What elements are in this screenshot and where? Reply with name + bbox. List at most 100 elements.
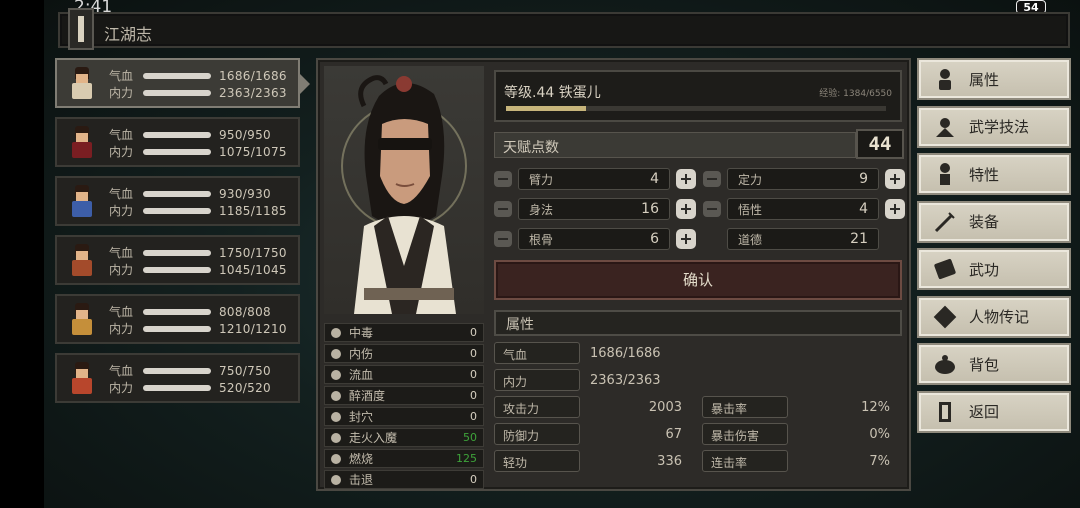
bleed-icon xyxy=(329,369,343,381)
menu-label: 武学技法 xyxy=(969,118,1030,136)
menu-attributes-button[interactable]: 属性 xyxy=(917,58,1071,100)
property-value: 67 xyxy=(665,426,682,442)
status-label: 内伤 xyxy=(349,347,374,361)
attribute-label: 道德 xyxy=(738,232,763,247)
level-panel: 等级.44 铁蛋儿 经验: 1384/6550 xyxy=(494,70,902,122)
exp-text: 经验: 1384/6550 xyxy=(819,89,892,99)
party-member-card[interactable]: 气血 1750/1750 内力 1045/1045 xyxy=(55,235,300,285)
side-menu: 属性 武学技法 特性 装备 武功 人物传记 背包 返回 xyxy=(917,58,1071,438)
status-label: 中毒 xyxy=(349,326,374,340)
hp-value: 808/808 xyxy=(219,304,271,319)
decrease-agility-button[interactable] xyxy=(494,201,512,217)
attribute-agility: 身法 16 xyxy=(518,198,670,220)
increase-constitution-button[interactable] xyxy=(676,229,696,249)
status-value: 0 xyxy=(470,347,477,360)
mp-value: 2363/2363 xyxy=(219,85,287,100)
talent-points-value: 44 xyxy=(856,129,904,159)
sword-icon xyxy=(933,210,957,234)
status-row: 击退 0 xyxy=(324,470,484,489)
menu-kungfu-button[interactable]: 武功 xyxy=(917,248,1071,290)
status-label: 醉酒度 xyxy=(349,389,386,403)
property-label: 暴击率 xyxy=(702,396,788,418)
martial-skill-icon xyxy=(933,115,957,139)
decrease-insight-button[interactable] xyxy=(703,201,721,217)
decrease-constitution-button[interactable] xyxy=(494,231,512,247)
menu-label: 返回 xyxy=(969,403,1000,421)
status-row: 内伤 0 xyxy=(324,344,484,363)
mp-label: 内力 xyxy=(109,322,134,336)
mp-value: 1185/1185 xyxy=(219,203,287,218)
avatar xyxy=(63,241,101,279)
party-member-card[interactable]: 气血 1686/1686 内力 2363/2363 xyxy=(55,58,310,108)
menu-label: 武功 xyxy=(969,260,1000,279)
property-value: 336 xyxy=(657,453,682,469)
menu-equipment-button[interactable]: 装备 xyxy=(917,200,1071,243)
property-label: 暴击伤害 xyxy=(702,423,788,445)
party-member-card[interactable]: 气血 930/930 内力 1185/1185 xyxy=(55,176,300,226)
menu-label: 人物传记 xyxy=(969,308,1030,326)
property-value: 2003 xyxy=(648,399,682,415)
status-row: 流血 0 xyxy=(324,365,484,384)
status-label: 燃烧 xyxy=(349,452,374,466)
attribute-label: 根骨 xyxy=(529,232,554,247)
menu-biography-button[interactable]: 人物传记 xyxy=(917,295,1071,338)
attribute-morality: 道德 21 xyxy=(727,228,879,250)
hp-value: 1750/1750 xyxy=(219,245,287,260)
attribute-value: 21 xyxy=(850,231,868,247)
avatar xyxy=(63,182,101,220)
menu-martial-skills-button[interactable]: 武学技法 xyxy=(917,105,1071,148)
book-icon xyxy=(68,8,94,50)
mp-bar xyxy=(143,384,211,391)
decrease-focus-button[interactable] xyxy=(703,171,721,187)
attribute-label: 身法 xyxy=(529,202,554,217)
menu-label: 属性 xyxy=(969,70,1000,89)
hp-value: 750/750 xyxy=(219,363,271,378)
hp-bar xyxy=(143,249,211,256)
status-row: 中毒 0 xyxy=(324,323,484,342)
increase-strength-button[interactable] xyxy=(676,169,696,189)
property-value: 1686/1686 xyxy=(590,345,661,361)
confirm-button[interactable]: 确认 xyxy=(494,260,902,300)
menu-bag-button[interactable]: 背包 xyxy=(917,343,1071,385)
property-value: 2363/2363 xyxy=(590,372,661,388)
party-list: 气血 1686/1686 内力 2363/2363 气血 950/950 内力 1075… xyxy=(55,58,310,412)
status-effects-list: 中毒 0 内伤 0 流血 0 醉酒度 0 封穴 0 走火入魔 50 燃烧 125 击退 0 xyxy=(324,323,484,491)
status-value: 0 xyxy=(470,410,477,423)
acupoint-icon xyxy=(329,411,343,423)
mp-value: 1045/1045 xyxy=(219,262,287,277)
status-value: 0 xyxy=(470,473,477,486)
property-label: 攻击力 xyxy=(494,396,580,418)
mp-label: 内力 xyxy=(109,204,134,218)
property-label: 内力 xyxy=(494,369,580,391)
talent-points-label: 天赋点数 xyxy=(494,132,856,158)
status-label: 封穴 xyxy=(349,410,374,424)
menu-traits-button[interactable]: 特性 xyxy=(917,153,1071,195)
hp-value: 950/950 xyxy=(219,127,271,142)
decrease-strength-button[interactable] xyxy=(494,171,512,187)
menu-back-button[interactable]: 返回 xyxy=(917,390,1071,433)
increase-focus-button[interactable] xyxy=(885,169,905,189)
hp-label: 气血 xyxy=(109,69,134,83)
title-bar: 江湖志 xyxy=(58,8,1070,50)
status-value: 50 xyxy=(463,431,477,444)
increase-insight-button[interactable] xyxy=(885,199,905,219)
status-value: 0 xyxy=(470,389,477,402)
attribute-strength: 臂力 4 xyxy=(518,168,670,190)
party-member-card[interactable]: 气血 808/808 内力 1210/1210 xyxy=(55,294,300,344)
status-row: 醉酒度 0 xyxy=(324,386,484,405)
hp-value: 1686/1686 xyxy=(219,68,287,83)
party-member-card[interactable]: 气血 950/950 内力 1075/1075 xyxy=(55,117,300,167)
party-member-card[interactable]: 气血 750/750 内力 520/520 xyxy=(55,353,300,403)
door-icon xyxy=(933,400,957,424)
status-value: 0 xyxy=(470,326,477,339)
status-label: 流血 xyxy=(349,368,374,382)
attribute-value: 4 xyxy=(650,171,659,187)
increase-agility-button[interactable] xyxy=(676,199,696,219)
attribute-value: 16 xyxy=(641,201,659,217)
property-label: 轻功 xyxy=(494,450,580,472)
attribute-constitution: 根骨 6 xyxy=(518,228,670,250)
demon-icon xyxy=(329,432,343,444)
mp-row: 内力 2363/2363 xyxy=(494,369,902,391)
hp-bar xyxy=(143,308,211,315)
hp-label: 气血 xyxy=(109,128,134,142)
